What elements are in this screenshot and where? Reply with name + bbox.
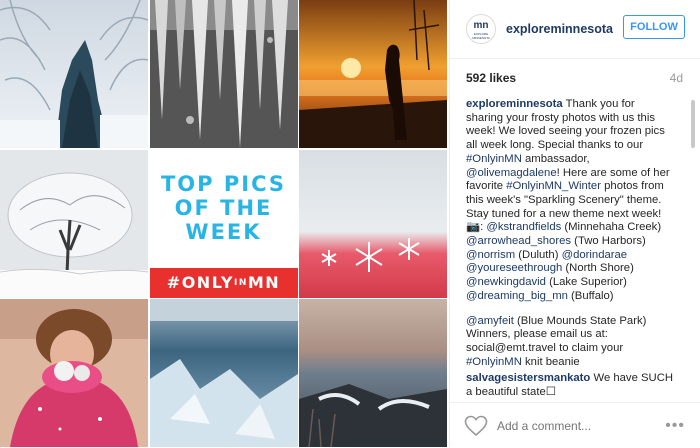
username-link[interactable]: exploreminnesota bbox=[506, 22, 613, 36]
likes-count[interactable]: 592 likes bbox=[466, 71, 516, 85]
banner-only: #ONLY bbox=[166, 273, 234, 292]
mention-dorindarae[interactable]: @dorindarae bbox=[562, 249, 627, 261]
post-sidebar: mn EXPLORE MINNESOTA exploreminnesota FO… bbox=[449, 0, 700, 447]
camera-icon: 📷 bbox=[466, 221, 481, 234]
avatar-logo-subtext: EXPLORE MINNESOTA bbox=[472, 32, 490, 40]
top-pics-headline: TOP PICS OF THE WEEK bbox=[161, 172, 286, 244]
credit-place: (Duluth) bbox=[515, 248, 562, 261]
credit-place: (North Shore) bbox=[562, 262, 634, 275]
comment-amyfeit: @amyfeit (Blue Mounds State Park) Winner… bbox=[466, 315, 673, 370]
credit-place: (Buffalo) bbox=[567, 289, 614, 302]
headline-line-1: TOP PICS bbox=[160, 171, 286, 196]
caption-text-2: ambassador, bbox=[521, 152, 590, 165]
banner-mn: MN bbox=[247, 273, 281, 292]
comments-scrollbar[interactable] bbox=[691, 100, 695, 148]
post-footer: ••• bbox=[450, 402, 700, 448]
hashtag-onlyinmn[interactable]: #OnlyinMN bbox=[466, 153, 522, 165]
mention-norrism[interactable]: @norrism bbox=[466, 249, 515, 261]
comment-salvagesisters: salvagesistersmankato We have SUCH a bea… bbox=[466, 372, 673, 399]
hashtag-onlyinmn-winter[interactable]: #OnlyinMN_Winter bbox=[506, 180, 601, 192]
photo-icicles bbox=[149, 0, 298, 148]
mention-olivemagdalene[interactable]: @olivemagdalene bbox=[466, 167, 557, 179]
comment-username[interactable]: salvagesistersmankato bbox=[466, 372, 590, 384]
add-comment-input[interactable] bbox=[497, 419, 647, 433]
caption-username[interactable]: exploreminnesota bbox=[466, 98, 563, 110]
photo-sunset-silhouette bbox=[299, 0, 447, 148]
mention-newkingdavid[interactable]: @newkingdavid bbox=[466, 276, 546, 288]
comment-text: knit beanie bbox=[521, 355, 580, 368]
more-options-button[interactable]: ••• bbox=[665, 417, 685, 435]
mention-arrowhead-shores[interactable]: @arrowhead_shores bbox=[466, 235, 571, 247]
headline-line-3: WEEK bbox=[185, 219, 262, 244]
post-header: mn EXPLORE MINNESOTA exploreminnesota FO… bbox=[450, 0, 700, 59]
hashtag-onlyinmn[interactable]: #OnlyinMN bbox=[466, 356, 522, 368]
credit-place: (Minnehaha Creek) bbox=[561, 221, 662, 234]
avatar[interactable]: mn EXPLORE MINNESOTA bbox=[466, 14, 496, 44]
mention-amyfeit[interactable]: @amyfeit bbox=[466, 315, 514, 327]
photo-lake-ice bbox=[149, 299, 298, 447]
top-pics-graphic: TOP PICS OF THE WEEK #ONLY IN MN bbox=[149, 149, 298, 298]
post-age[interactable]: 4d bbox=[670, 71, 683, 85]
photo-icy-shoreline bbox=[299, 299, 447, 447]
mention-youreseethrough[interactable]: @youreseethrough bbox=[466, 262, 562, 274]
banner-in: IN bbox=[233, 277, 248, 288]
photo-frosty-tree bbox=[0, 149, 148, 298]
credit-place: (Two Harbors) bbox=[571, 235, 646, 248]
photo-collage[interactable]: TOP PICS OF THE WEEK #ONLY IN MN bbox=[0, 0, 447, 447]
mention-kstrandfields[interactable]: @kstrandfields bbox=[486, 221, 561, 233]
photo-snowflake-red bbox=[299, 149, 447, 298]
comments-list: exploreminnesota Thank you for sharing y… bbox=[466, 98, 673, 400]
heart-outline-icon[interactable] bbox=[464, 415, 488, 437]
credit-place: (Lake Superior) bbox=[545, 276, 627, 289]
follow-button[interactable]: FOLLOW bbox=[623, 15, 685, 39]
avatar-logo-text: mn bbox=[473, 20, 489, 31]
onlyinmn-banner: #ONLY IN MN bbox=[149, 267, 298, 298]
headline-line-2: OF THE bbox=[174, 195, 273, 220]
mention-dreaming-big-mn[interactable]: @dreaming_big_mn bbox=[466, 290, 568, 302]
caption: exploreminnesota Thank you for sharing y… bbox=[466, 98, 673, 304]
photo-girl-blowing-snow bbox=[0, 299, 148, 447]
photo-frosty-creek bbox=[0, 0, 148, 148]
